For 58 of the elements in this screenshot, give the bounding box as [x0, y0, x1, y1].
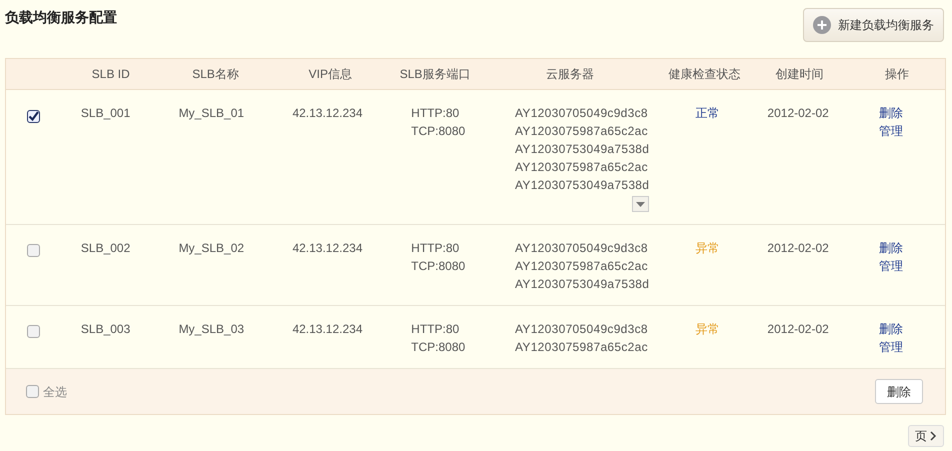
table-cell: 42.13.12.234: [292, 322, 363, 336]
action-link[interactable]: 删除: [879, 239, 904, 257]
column-header: 健康检查状态: [668, 66, 742, 83]
row-checkbox[interactable]: [27, 244, 40, 257]
server-text: AY12030705049c9d3c8: [514, 321, 648, 338]
health-status: 异常: [696, 322, 720, 336]
server-text: AY12030753049a7538d: [514, 177, 650, 194]
table-cell: 2012-02-02: [767, 322, 829, 336]
table-cell: 42.13.12.234: [292, 106, 363, 120]
row-checkbox[interactable]: [27, 325, 40, 338]
next-page-button[interactable]: 页: [908, 425, 944, 447]
port-text: TCP:8080: [411, 258, 466, 275]
column-header: 云服务器: [544, 66, 595, 83]
expand-toggle[interactable]: [632, 196, 649, 212]
action-link[interactable]: 管理: [879, 257, 904, 275]
plus-icon: [813, 16, 831, 34]
column-header: 创建时间: [774, 66, 824, 83]
table-cell: 42.13.12.234: [292, 241, 363, 255]
action-link[interactable]: 管理: [879, 338, 904, 356]
delete-button[interactable]: 删除: [875, 379, 923, 404]
server-text: AY1203075987a65c2ac: [514, 159, 648, 176]
table-cell: My_SLB_02: [178, 241, 244, 255]
health-status: 正常: [696, 106, 720, 120]
table-cell: 2012-02-02: [767, 106, 829, 120]
page-title: 负载均衡服务配置: [5, 8, 117, 27]
port-text: HTTP:80: [411, 105, 460, 122]
server-text: AY12030753049a7538d: [514, 276, 650, 293]
table-cell: SLB_001: [80, 106, 130, 120]
server-text: AY12030705049c9d3c8: [514, 105, 648, 122]
health-status: 异常: [696, 241, 720, 255]
table-cell: My_SLB_03: [178, 322, 244, 336]
new-service-button[interactable]: 新建负载均衡服务: [803, 8, 944, 42]
action-link[interactable]: 删除: [879, 104, 904, 122]
server-text: AY1203075987a65c2ac: [514, 258, 648, 275]
row-checkbox[interactable]: [27, 110, 40, 123]
server-text: AY1203075987a65c2ac: [514, 123, 648, 140]
table-cell: SLB_003: [80, 322, 130, 336]
column-header: VIP信息: [308, 66, 353, 83]
chevron-right-icon: [930, 431, 937, 441]
port-text: HTTP:80: [411, 240, 460, 257]
column-header: SLB名称: [191, 66, 240, 83]
caret-down-icon: [636, 202, 645, 206]
select-all-checkbox[interactable]: [26, 385, 39, 398]
server-text: AY12030705049c9d3c8: [514, 240, 648, 257]
table-cell: 2012-02-02: [767, 241, 829, 255]
column-header: SLB服务端口: [398, 66, 472, 83]
table-cell: My_SLB_01: [178, 106, 244, 120]
select-all-label: 全选: [43, 384, 67, 400]
server-text: AY1203075987a65c2ac: [514, 339, 648, 356]
column-header: 操作: [884, 66, 910, 83]
column-header: SLB ID: [90, 66, 131, 83]
server-text: AY12030753049a7538d: [514, 141, 650, 158]
port-text: TCP:8080: [411, 339, 466, 356]
action-link[interactable]: 删除: [879, 320, 904, 338]
port-text: HTTP:80: [411, 321, 460, 338]
table-cell: SLB_002: [80, 241, 130, 255]
port-text: TCP:8080: [411, 123, 466, 140]
action-link[interactable]: 管理: [879, 122, 904, 140]
